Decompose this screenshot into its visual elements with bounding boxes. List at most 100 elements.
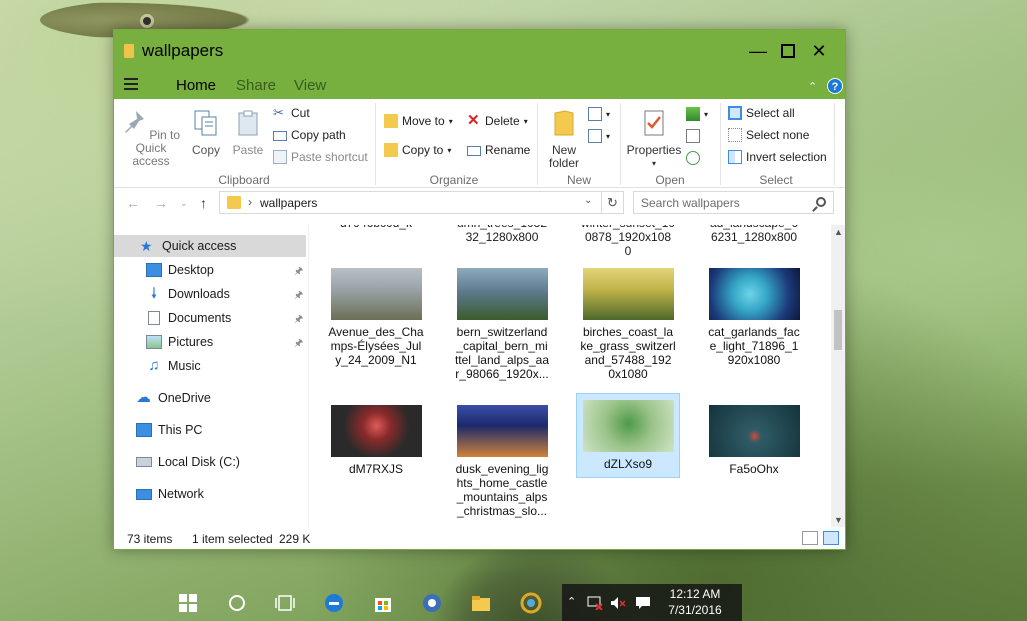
back-button[interactable]: ← [126, 195, 140, 211]
invert-selection-button[interactable]: Invert selection [728, 150, 827, 164]
rename-button[interactable]: Rename [467, 143, 530, 157]
new-folder-button[interactable]: New folder [546, 109, 582, 170]
file-label: Fa5oOhx [729, 462, 779, 476]
file-tile[interactable]: dM7RXJS [324, 400, 428, 476]
action-center-icon[interactable] [635, 596, 651, 610]
navigation-pane: ★ Quick access Desktop 🖈 🠗 Downloads 🖈 D… [114, 225, 309, 527]
chevron-down-icon[interactable]: ⌄ [584, 195, 592, 206]
refresh-button[interactable]: ↻ [602, 191, 624, 214]
image-thumbnail [330, 268, 422, 320]
easy-access-button[interactable]: ▾ [588, 129, 610, 143]
clock-time[interactable]: 12:12 AM [655, 587, 735, 601]
scroll-up-icon[interactable]: ▲ [834, 227, 843, 237]
up-button[interactable]: ↑ [200, 195, 207, 211]
windows-start-icon[interactable] [177, 592, 199, 614]
volume-muted-icon[interactable] [610, 596, 626, 610]
file-label: dM7RXJS [348, 462, 404, 476]
copy-to-icon [384, 143, 398, 157]
file-explorer-taskbar-icon[interactable] [470, 592, 492, 614]
nav-item-music[interactable]: ♫ Music [146, 355, 200, 377]
edit-button[interactable] [686, 129, 700, 143]
collapse-ribbon-icon[interactable]: ⌃ [808, 80, 817, 93]
drive-icon [136, 457, 152, 467]
file-tile[interactable]: Fa5oOhx [702, 400, 806, 476]
details-view-icon[interactable] [802, 531, 818, 545]
help-button[interactable]: ? [827, 78, 843, 94]
titlebar: wallpapers — ✕ [114, 30, 845, 72]
tab-home[interactable]: Home [176, 77, 216, 94]
nav-item-documents[interactable]: Documents [146, 307, 231, 329]
properties-button[interactable]: Properties ▾ [626, 109, 682, 170]
nav-item-onedrive[interactable]: ☁ OneDrive [136, 387, 211, 409]
edge-browser-icon[interactable] [323, 592, 345, 614]
file-label-partial[interactable]: d7946bc0d_k [324, 225, 428, 230]
tab-view[interactable]: View [294, 77, 326, 94]
delete-button[interactable]: ✕ Delete ▾ [467, 113, 528, 128]
pin-quick-access-button[interactable]: Pin to Quick access [119, 109, 183, 168]
paste-shortcut-button[interactable]: Paste shortcut [273, 150, 368, 164]
scrollbar-thumb[interactable] [834, 310, 842, 350]
image-thumbnail [330, 405, 422, 457]
cut-button[interactable]: ✂ Cut [273, 106, 310, 121]
copy-to-button[interactable]: Copy to ▾ [384, 143, 451, 157]
file-tile-selected[interactable]: dZLXso9 [576, 393, 680, 478]
nav-item-pictures[interactable]: Pictures [146, 331, 213, 353]
copy-button[interactable]: Copy [190, 109, 222, 157]
network-icon [136, 488, 152, 500]
chrome-icon[interactable] [421, 592, 443, 614]
open-button[interactable]: ▾ [686, 107, 708, 121]
copy-label: Copy [191, 143, 220, 157]
file-label-partial[interactable]: winter_sunset_10 0878_1920x108 0 [576, 225, 680, 258]
item-count: 73 items [127, 532, 173, 546]
file-menu-button[interactable] [124, 78, 138, 90]
select-all-button[interactable]: Select all [728, 106, 795, 120]
nav-item-quick-access[interactable]: ★ Quick access [114, 235, 306, 257]
close-button[interactable]: ✕ [804, 39, 834, 63]
breadcrumb-chevron-icon[interactable]: › [248, 195, 252, 209]
file-tile[interactable]: dusk_evening_lig hts_home_castle _mounta… [450, 400, 554, 518]
file-tile[interactable]: birches_coast_la ke_grass_switzerl and_5… [576, 263, 680, 381]
select-none-button[interactable]: Select none [728, 128, 809, 142]
file-tile[interactable]: Avenue_des_Cha mps-Élysées_Jul y_24_2009… [324, 263, 428, 367]
address-bar[interactable]: › wallpapers ⌄ [219, 191, 602, 214]
file-label-partial[interactable]: umn_trees_1032 32_1280x800 [450, 225, 554, 244]
breadcrumb[interactable]: wallpapers [260, 196, 317, 210]
desktop-icon [146, 263, 162, 277]
forward-button[interactable]: → [154, 195, 168, 211]
nav-item-desktop[interactable]: Desktop [146, 259, 214, 281]
file-tile[interactable]: bern_switzerland _capital_bern_mi ttel_l… [450, 263, 554, 381]
minimize-button[interactable]: — [743, 39, 773, 63]
scroll-down-icon[interactable]: ▼ [834, 515, 843, 525]
select-none-icon [728, 128, 742, 142]
new-item-button[interactable]: ▾ [588, 107, 610, 121]
rename-label: Rename [485, 143, 531, 157]
show-hidden-icons-chevron-icon[interactable]: ⌃ [567, 595, 576, 608]
clock-date[interactable]: 7/31/2016 [655, 603, 735, 617]
task-view-icon[interactable] [274, 592, 296, 614]
copy-path-label: Copy path [291, 128, 346, 142]
nav-label: Pictures [168, 335, 214, 349]
store-icon[interactable] [372, 592, 394, 614]
vertical-scrollbar[interactable]: ▲ ▼ [831, 225, 845, 527]
window-title: wallpapers [142, 41, 224, 60]
large-icons-view-icon[interactable] [823, 531, 839, 545]
copy-path-button[interactable]: Copy path [273, 128, 346, 142]
paste-button[interactable]: Paste [232, 109, 264, 157]
file-label-partial[interactable]: ad_landscape_6 6231_1280x800 [702, 225, 806, 244]
nav-item-this-pc[interactable]: This PC [136, 419, 202, 441]
nav-item-network[interactable]: Network [136, 483, 204, 505]
cortana-search-icon[interactable] [226, 592, 248, 614]
paste-icon [238, 110, 258, 136]
tab-share[interactable]: Share [236, 77, 276, 94]
nav-item-local-disk[interactable]: Local Disk (C:) [136, 451, 240, 473]
maximize-button[interactable] [773, 39, 803, 63]
search-input[interactable]: Search wallpapers [633, 191, 834, 214]
file-tile[interactable]: cat_garlands_fac e_light_71896_1 920x108… [702, 263, 806, 367]
nav-item-downloads[interactable]: 🠗 Downloads [146, 283, 230, 305]
colorful-app-icon[interactable] [520, 592, 542, 614]
move-to-button[interactable]: Move to ▾ [384, 114, 453, 128]
file-explorer-window: wallpapers — ✕ Home Share View ⌃ ? Pin t… [113, 29, 846, 550]
recent-locations-button[interactable]: ⌄ [180, 198, 188, 209]
history-button[interactable] [686, 151, 700, 165]
network-disconnected-icon[interactable] [587, 596, 603, 610]
